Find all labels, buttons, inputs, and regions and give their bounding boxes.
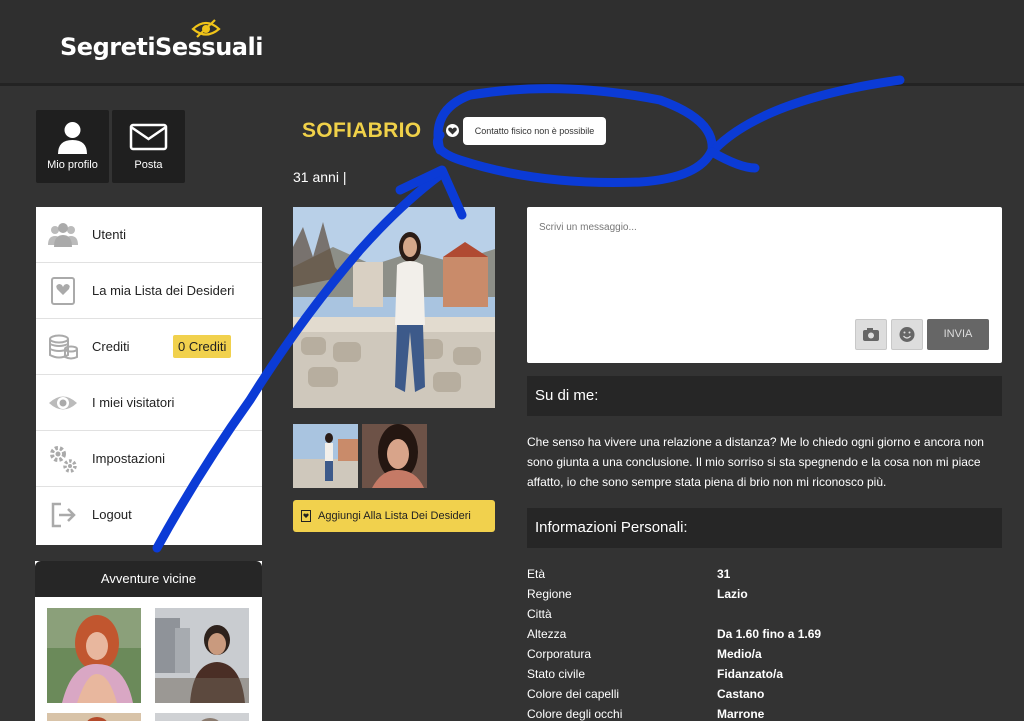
menu-label-users: Utenti	[92, 227, 126, 242]
eye-logo-icon	[191, 19, 221, 38]
mail-label: Posta	[134, 159, 163, 171]
info-key: Stato civile	[527, 667, 586, 681]
nearby-thumb[interactable]	[155, 608, 249, 703]
user-icon	[58, 122, 87, 154]
menu-item-settings[interactable]: Impostazioni	[36, 431, 262, 487]
coins-icon	[49, 334, 78, 360]
profile-age: 31 anni |	[293, 169, 347, 185]
info-row: Corporatura Medio/a	[527, 647, 1002, 667]
info-value: Lazio	[717, 587, 748, 601]
send-button[interactable]: INVIA	[927, 319, 989, 350]
main-profile-photo[interactable]	[293, 207, 495, 408]
nearby-photo	[155, 713, 249, 721]
info-key: Città	[527, 607, 552, 621]
info-key: Corporatura	[527, 647, 592, 661]
about-text: Che senso ha vivere una relazione a dist…	[527, 435, 984, 489]
nearby-thumb[interactable]	[155, 713, 249, 721]
wishlist-icon	[51, 277, 75, 305]
menu-item-visitors[interactable]: I miei visitatori	[36, 375, 262, 431]
info-key: Regione	[527, 587, 572, 601]
info-value: Da 1.60 fino a 1.69	[717, 627, 822, 641]
nearby-title: Avventure vicine	[35, 561, 262, 597]
add-to-wishlist-label: Aggiungi Alla Lista Dei Desideri	[318, 510, 471, 522]
menu-item-wishlist[interactable]: La mia Lista dei Desideri	[36, 263, 262, 319]
info-key: Colore degli occhi	[527, 707, 623, 721]
contact-tooltip: Contatto fisico non è possibile	[463, 117, 606, 145]
about-title: Su di me:	[527, 376, 1002, 416]
info-row: Colore degli occhi Marrone	[527, 707, 1002, 721]
add-to-wishlist-button[interactable]: Aggiungi Alla Lista Dei Desideri	[293, 500, 495, 532]
info-key: Altezza	[527, 627, 567, 641]
info-value: 31	[717, 567, 731, 581]
top-bar: SegretiSessuali	[0, 0, 1024, 86]
profile-thumbnail[interactable]	[293, 424, 358, 488]
profile-photo-image	[293, 207, 495, 408]
camera-icon	[863, 328, 879, 341]
info-row: Stato civile Fidanzato/a	[527, 667, 1002, 687]
info-row: Regione Lazio	[527, 587, 1002, 607]
thumbnail-image	[293, 424, 358, 488]
wishlist-icon	[301, 510, 311, 522]
nearby-thumb[interactable]	[47, 608, 141, 703]
menu-label-wishlist: La mia Lista dei Desideri	[92, 283, 235, 298]
info-row: Età 31	[527, 567, 1002, 587]
nearby-photo	[155, 608, 249, 703]
menu-label-settings: Impostazioni	[92, 451, 165, 466]
menu-label-logout: Logout	[92, 507, 132, 522]
my-profile-label: Mio profilo	[47, 159, 98, 171]
thumbnail-image	[362, 424, 427, 488]
users-icon	[48, 223, 78, 247]
info-row: Altezza Da 1.60 fino a 1.69	[527, 627, 1002, 647]
logo[interactable]: SegretiSessuali	[60, 33, 263, 61]
info-key: Età	[527, 567, 546, 581]
profile-username: SOFIABRIO	[302, 119, 422, 142]
info-row: Colore dei capelli Castano	[527, 687, 1002, 707]
heart-icon[interactable]	[446, 124, 459, 137]
info-key: Colore dei capelli	[527, 687, 620, 701]
info-value: Marrone	[717, 707, 765, 721]
photo-upload-button[interactable]	[855, 319, 887, 350]
eye-icon	[49, 396, 77, 410]
personal-info-title: Informazioni Personali:	[527, 508, 1002, 548]
side-menu: Utenti La mia Lista dei Desideri Crediti…	[36, 207, 262, 545]
smiley-icon	[899, 327, 915, 342]
nearby-panel: Avventure vicine	[35, 561, 262, 721]
credits-badge[interactable]: 0 Crediti	[173, 335, 232, 358]
mail-tile[interactable]: Posta	[112, 110, 185, 183]
menu-item-users[interactable]: Utenti	[36, 207, 262, 263]
emoji-button[interactable]	[891, 319, 923, 350]
info-value: Fidanzato/a	[717, 667, 784, 681]
menu-label-visitors: I miei visitatori	[92, 395, 175, 410]
info-row: Città	[527, 607, 1002, 627]
profile-thumbnail[interactable]	[362, 424, 427, 488]
envelope-icon	[129, 123, 168, 151]
nearby-photo	[47, 713, 141, 721]
nearby-photo	[47, 608, 141, 703]
menu-item-logout[interactable]: Logout	[36, 487, 262, 543]
menu-label-credits: Crediti	[92, 339, 130, 354]
gears-icon	[50, 446, 77, 473]
info-value: Castano	[717, 687, 765, 701]
my-profile-tile[interactable]: Mio profilo	[36, 110, 109, 183]
logout-icon	[51, 502, 76, 528]
message-box[interactable]: Scrivi un messaggio... INVIA	[527, 207, 1002, 363]
message-placeholder[interactable]: Scrivi un messaggio...	[539, 222, 637, 233]
info-value: Medio/a	[717, 647, 762, 661]
nearby-thumb[interactable]	[47, 713, 141, 721]
